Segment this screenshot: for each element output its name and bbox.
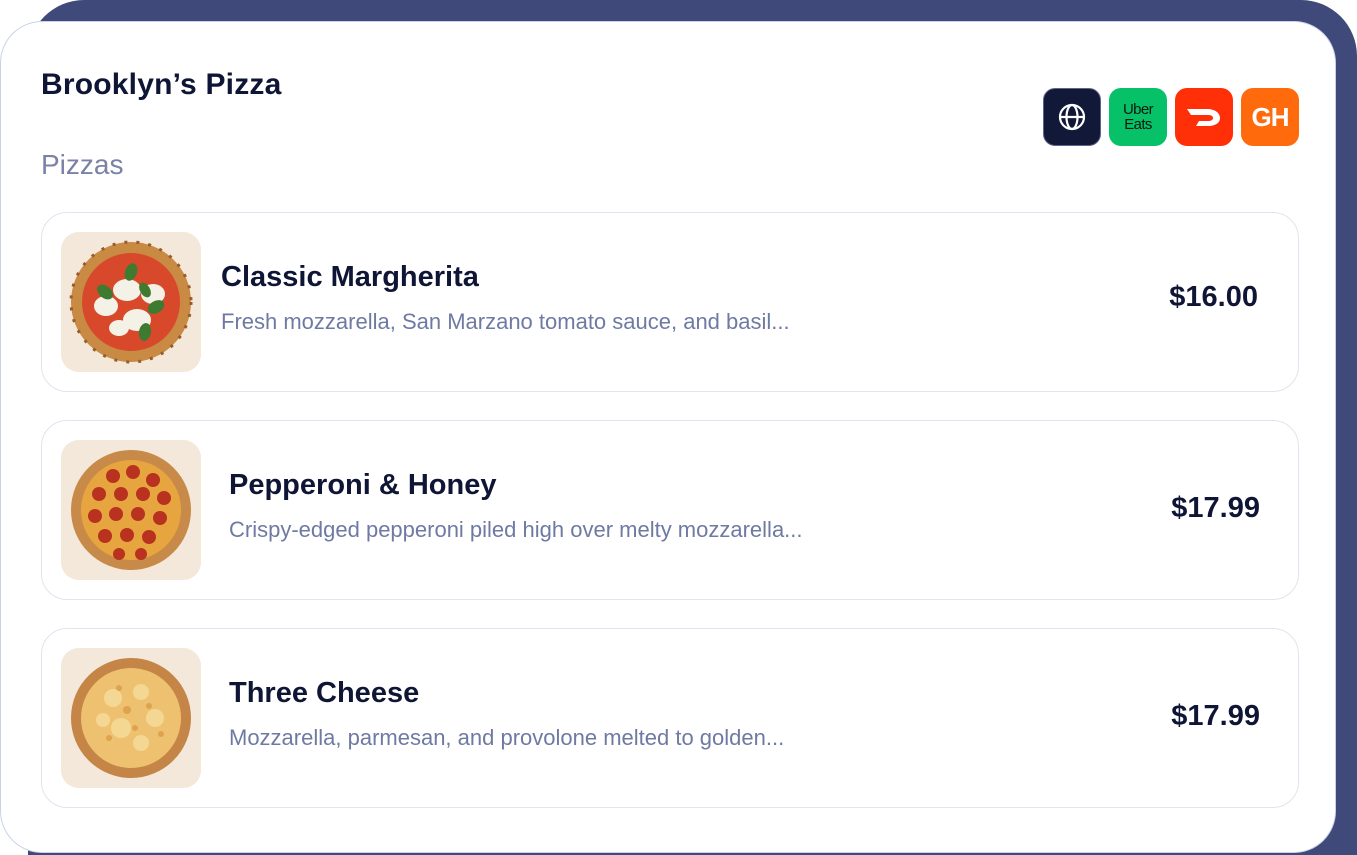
doordash-icon [1187,109,1220,126]
menu-item[interactable]: Three Cheese Mozzarella, parmesan, and p… [41,628,1299,808]
restaurant-name: Brooklyn’s Pizza [41,68,282,101]
item-description: Fresh mozzarella, San Marzano tomato sau… [221,309,790,334]
item-price: $17.99 [1171,492,1260,524]
item-name: Pepperoni & Honey [229,469,497,501]
uber-eats-label-line1: Uber [1122,101,1154,118]
cheese-pizza-image [61,648,201,788]
item-name: Classic Margherita [221,261,479,293]
uber-eats-label-line2: Eats [1124,116,1152,133]
item-price: $16.00 [1169,281,1258,313]
category-heading: Pizzas [41,149,124,180]
menu-card: Brooklyn’s Pizza Uber Eats GH Pizzas Cla… [0,21,1336,853]
doordash-link-button[interactable] [1175,88,1233,146]
item-description: Crispy-edged pepperoni piled high over m… [229,517,803,542]
pepperoni-pizza-image [61,440,201,580]
menu-item[interactable]: Classic Margherita Fresh mozzarella, San… [41,212,1299,392]
ordering-links: Uber Eats GH [1043,88,1299,146]
globe-icon [1058,103,1086,131]
uber-eats-icon: Uber Eats [1122,101,1154,133]
website-link-button[interactable] [1043,88,1101,146]
item-price: $17.99 [1171,700,1260,732]
item-name: Three Cheese [229,677,420,709]
item-description: Mozzarella, parmesan, and provolone melt… [229,725,785,750]
menu-widget: Brooklyn’s Pizza Uber Eats GH Pizzas Cla… [0,0,1357,855]
grubhub-icon: GH [1251,101,1290,132]
menu-item[interactable]: Pepperoni & Honey Crispy-edged pepperoni… [41,420,1299,600]
grubhub-link-button[interactable]: GH [1241,88,1299,146]
uber-eats-link-button[interactable]: Uber Eats [1109,88,1167,146]
margherita-pizza-image [61,232,201,372]
